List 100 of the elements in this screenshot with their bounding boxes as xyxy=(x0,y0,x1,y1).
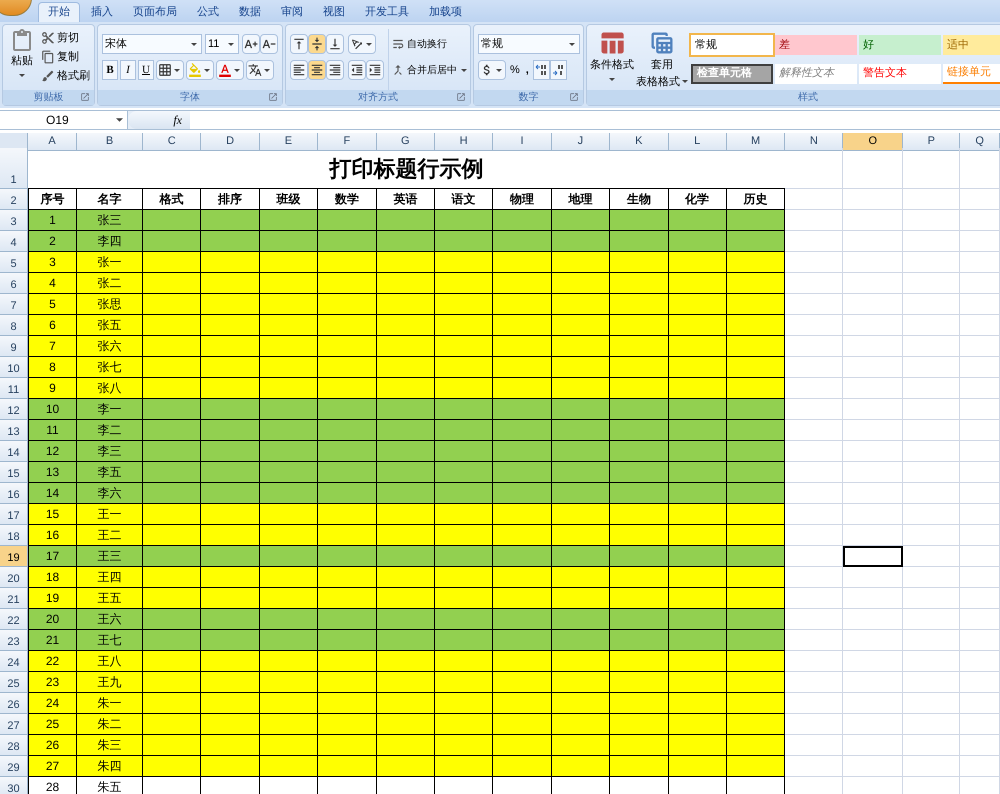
empty-cell[interactable] xyxy=(843,567,904,588)
empty-cell[interactable] xyxy=(903,148,960,189)
column-header[interactable]: N xyxy=(785,133,844,150)
empty-cell[interactable] xyxy=(843,336,904,357)
empty-cell[interactable] xyxy=(960,651,1000,672)
dialog-launcher-icon[interactable] xyxy=(569,92,579,102)
empty-cell[interactable] xyxy=(843,252,904,273)
empty-cell[interactable] xyxy=(843,609,904,630)
cut-button[interactable]: 剪切 xyxy=(41,29,90,47)
row-header[interactable]: 7 xyxy=(0,294,28,315)
column-header[interactable]: K xyxy=(610,133,669,150)
row-header[interactable]: 6 xyxy=(0,273,28,294)
empty-cell[interactable] xyxy=(960,735,1000,756)
column-header[interactable]: M xyxy=(726,133,786,150)
column-header[interactable]: P xyxy=(903,133,960,150)
empty-cell[interactable] xyxy=(903,462,960,483)
dialog-launcher-icon[interactable] xyxy=(268,92,278,102)
format-as-table-button[interactable]: 套用 表格格式 xyxy=(637,29,687,90)
empty-cell[interactable] xyxy=(903,483,960,504)
paste-button[interactable]: 粘贴 xyxy=(7,29,37,90)
empty-cell[interactable] xyxy=(843,588,904,609)
percent-button[interactable]: % xyxy=(508,60,522,80)
row-header[interactable]: 10 xyxy=(0,357,28,378)
empty-cell[interactable] xyxy=(960,441,1000,462)
row-header[interactable]: 5 xyxy=(0,252,28,273)
column-header[interactable]: E xyxy=(260,133,318,150)
column-header[interactable]: H xyxy=(434,133,494,150)
empty-cell[interactable] xyxy=(903,399,960,420)
empty-cell[interactable] xyxy=(843,273,904,294)
ribbon-tab[interactable]: 加载项 xyxy=(420,2,471,22)
empty-cell[interactable] xyxy=(960,504,1000,525)
row-header[interactable]: 4 xyxy=(0,231,28,252)
empty-cell[interactable] xyxy=(903,210,960,231)
column-header[interactable]: A xyxy=(28,133,77,150)
increase-decimal-button[interactable] xyxy=(532,60,550,80)
empty-cell[interactable] xyxy=(843,357,904,378)
ribbon-tab[interactable]: 审阅 xyxy=(272,2,312,22)
row-header[interactable]: 3 xyxy=(0,210,28,231)
cell-style-swatch[interactable]: 常规 xyxy=(691,35,773,55)
cell-style-swatch[interactable]: 适中 xyxy=(943,35,1000,55)
column-header[interactable]: D xyxy=(201,133,260,150)
phonetic-button[interactable] xyxy=(246,60,274,80)
row-header[interactable]: 19 xyxy=(0,546,28,567)
empty-cell[interactable] xyxy=(960,357,1000,378)
empty-cell[interactable] xyxy=(843,504,904,525)
empty-cell[interactable] xyxy=(960,336,1000,357)
empty-cell[interactable] xyxy=(960,525,1000,546)
active-cell[interactable] xyxy=(843,546,904,567)
format-painter-button[interactable]: 格式刷 xyxy=(41,67,90,85)
row-header[interactable]: 1 xyxy=(0,148,28,189)
vertical-align-button[interactable] xyxy=(326,34,344,54)
cell-style-swatch[interactable]: 解释性文本 xyxy=(775,64,857,84)
row-header[interactable]: 18 xyxy=(0,525,28,546)
vertical-align-button[interactable] xyxy=(290,34,308,54)
font-color-button[interactable] xyxy=(216,60,244,80)
empty-cell[interactable] xyxy=(903,231,960,252)
empty-cell[interactable] xyxy=(903,693,960,714)
row-header[interactable]: 25 xyxy=(0,672,28,693)
ribbon-tab[interactable]: 公式 xyxy=(188,2,228,22)
empty-cell[interactable] xyxy=(843,315,904,336)
empty-cell[interactable] xyxy=(960,189,1000,210)
empty-cell[interactable] xyxy=(843,672,904,693)
empty-cell[interactable] xyxy=(843,441,904,462)
empty-cell[interactable] xyxy=(843,525,904,546)
grow-font-button[interactable] xyxy=(242,34,260,54)
merge-center-button[interactable]: 合并后居中 xyxy=(391,60,469,80)
empty-cell[interactable] xyxy=(960,672,1000,693)
empty-cell[interactable] xyxy=(843,378,904,399)
cell-style-swatch[interactable]: 警告文本 xyxy=(859,64,941,84)
empty-cell[interactable] xyxy=(960,567,1000,588)
formula-input[interactable] xyxy=(190,111,1000,129)
empty-cell[interactable] xyxy=(843,651,904,672)
font-size-field[interactable]: 11 xyxy=(205,34,239,54)
empty-cell[interactable] xyxy=(903,378,960,399)
row-header[interactable]: 13 xyxy=(0,420,28,441)
comma-button[interactable]: , xyxy=(524,60,531,80)
empty-cell[interactable] xyxy=(843,294,904,315)
empty-cell[interactable] xyxy=(903,441,960,462)
row-header[interactable]: 2 xyxy=(0,189,28,210)
empty-cell[interactable] xyxy=(960,294,1000,315)
empty-cell[interactable] xyxy=(960,378,1000,399)
empty-cell[interactable] xyxy=(903,567,960,588)
empty-cell[interactable] xyxy=(960,399,1000,420)
empty-cell[interactable] xyxy=(960,252,1000,273)
horizontal-align-button[interactable] xyxy=(290,60,308,80)
conditional-format-button[interactable]: 条件格式 xyxy=(591,29,633,90)
number-format-field[interactable]: 常规 xyxy=(478,34,580,54)
name-box[interactable]: O19 xyxy=(0,111,128,129)
empty-cell[interactable] xyxy=(843,756,904,777)
empty-cell[interactable] xyxy=(843,148,904,189)
column-header[interactable]: Q xyxy=(960,133,1000,150)
empty-cell[interactable] xyxy=(903,294,960,315)
empty-cell[interactable] xyxy=(903,525,960,546)
empty-cell[interactable] xyxy=(960,483,1000,504)
column-header[interactable]: G xyxy=(376,133,435,150)
font-name-field[interactable]: 宋体 xyxy=(102,34,202,54)
empty-cell[interactable] xyxy=(903,609,960,630)
empty-cell[interactable] xyxy=(843,735,904,756)
empty-cell[interactable] xyxy=(903,504,960,525)
ribbon-tab[interactable]: 开发工具 xyxy=(356,2,418,22)
